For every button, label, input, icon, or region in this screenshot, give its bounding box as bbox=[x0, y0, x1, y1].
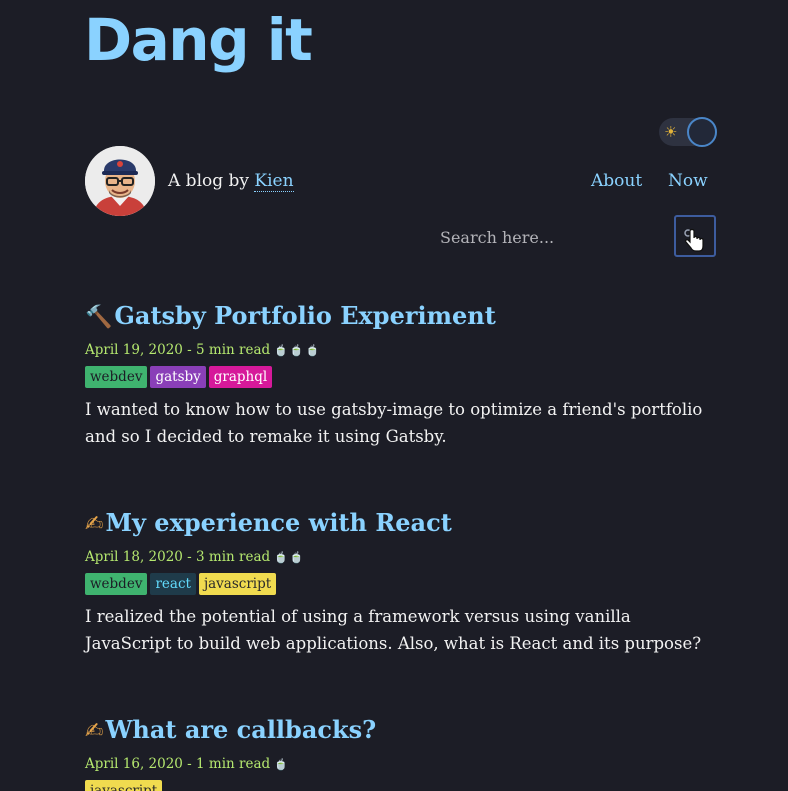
byline-prefix: A blog by bbox=[168, 171, 255, 191]
tag-list: webdev react javascript bbox=[85, 573, 715, 595]
sun-icon: ☀ bbox=[664, 123, 678, 141]
post-date: April 19, 2020 bbox=[85, 342, 183, 358]
post-item: ✍What are callbacks? April 16, 2020 - 1 … bbox=[85, 713, 715, 791]
tag-webdev[interactable]: webdev bbox=[85, 366, 148, 388]
hand-cursor-icon bbox=[684, 228, 704, 252]
tag-list: webdev gatsby graphql bbox=[85, 366, 715, 388]
post-title-link[interactable]: What are callbacks? bbox=[105, 715, 376, 744]
post-excerpt: I realized the potential of using a fram… bbox=[85, 607, 702, 653]
tag-react[interactable]: react bbox=[150, 573, 196, 595]
tag-graphql[interactable]: graphql bbox=[208, 366, 273, 388]
avatar-illustration bbox=[85, 146, 155, 216]
post-title-link[interactable]: Gatsby Portfolio Experiment bbox=[114, 301, 495, 330]
tea-cup-icon: 🍵🍵 bbox=[274, 551, 306, 564]
post-title[interactable]: ✍What are callbacks? bbox=[85, 713, 715, 749]
post-date: April 16, 2020 bbox=[85, 756, 183, 772]
search-input[interactable] bbox=[432, 223, 668, 251]
tag-list: javascript bbox=[85, 780, 715, 791]
toggle-knob bbox=[687, 117, 717, 147]
theme-toggle[interactable]: ☀ bbox=[659, 117, 717, 147]
post-date: April 18, 2020 bbox=[85, 549, 183, 565]
post-read-time: 5 min read bbox=[196, 342, 271, 358]
post-title[interactable]: 🔨Gatsby Portfolio Experiment bbox=[85, 299, 715, 335]
hammer-icon: 🔨 bbox=[85, 305, 113, 330]
byline: A blog by Kien bbox=[168, 170, 294, 192]
tag-javascript[interactable]: javascript bbox=[198, 573, 277, 595]
post-title[interactable]: ✍My experience with React bbox=[85, 506, 715, 542]
post-item: 🔨Gatsby Portfolio Experiment April 19, 2… bbox=[85, 299, 715, 450]
tea-cup-icon: 🍵🍵🍵 bbox=[274, 344, 322, 357]
writing-hand-icon: ✍ bbox=[85, 719, 104, 744]
post-item: ✍My experience with React April 18, 2020… bbox=[85, 506, 715, 657]
post-excerpt: I wanted to know how to use gatsby-image… bbox=[85, 400, 703, 446]
tag-javascript[interactable]: javascript bbox=[85, 780, 163, 791]
post-meta: April 18, 2020 - 3 min read 🍵🍵 bbox=[85, 549, 306, 565]
tea-cup-icon: 🍵 bbox=[274, 758, 290, 771]
search-button[interactable] bbox=[674, 215, 716, 257]
nav-about-link[interactable]: About bbox=[591, 170, 642, 192]
author-link[interactable]: Kien bbox=[254, 171, 294, 192]
post-read-time: 1 min read bbox=[196, 756, 271, 772]
post-title-link[interactable]: My experience with React bbox=[105, 508, 451, 537]
site-title[interactable]: Dang it bbox=[84, 2, 313, 78]
post-meta: April 16, 2020 - 1 min read 🍵 bbox=[85, 756, 290, 772]
nav-now-link[interactable]: Now bbox=[668, 170, 708, 192]
post-read-time: 3 min read bbox=[196, 549, 271, 565]
tag-webdev[interactable]: webdev bbox=[85, 573, 148, 595]
writing-hand-icon: ✍ bbox=[85, 512, 104, 537]
avatar bbox=[85, 146, 155, 216]
tag-gatsby[interactable]: gatsby bbox=[150, 366, 206, 388]
post-meta: April 19, 2020 - 5 min read 🍵🍵🍵 bbox=[85, 342, 322, 358]
